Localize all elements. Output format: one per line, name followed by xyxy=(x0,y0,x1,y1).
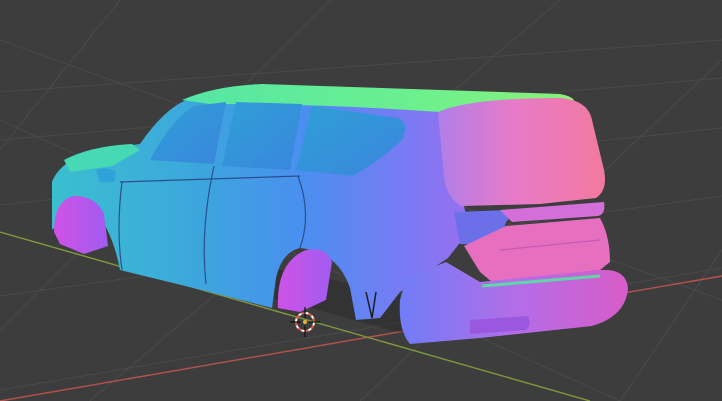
car-rear-hatch xyxy=(438,98,605,206)
viewport-canvas[interactable] xyxy=(0,0,722,401)
3d-cursor-icon[interactable] xyxy=(290,307,320,337)
car-object[interactable] xyxy=(52,84,628,344)
object-origin-dot xyxy=(303,320,307,324)
3d-viewport[interactable] xyxy=(0,0,722,401)
car-window-middle xyxy=(222,102,302,170)
